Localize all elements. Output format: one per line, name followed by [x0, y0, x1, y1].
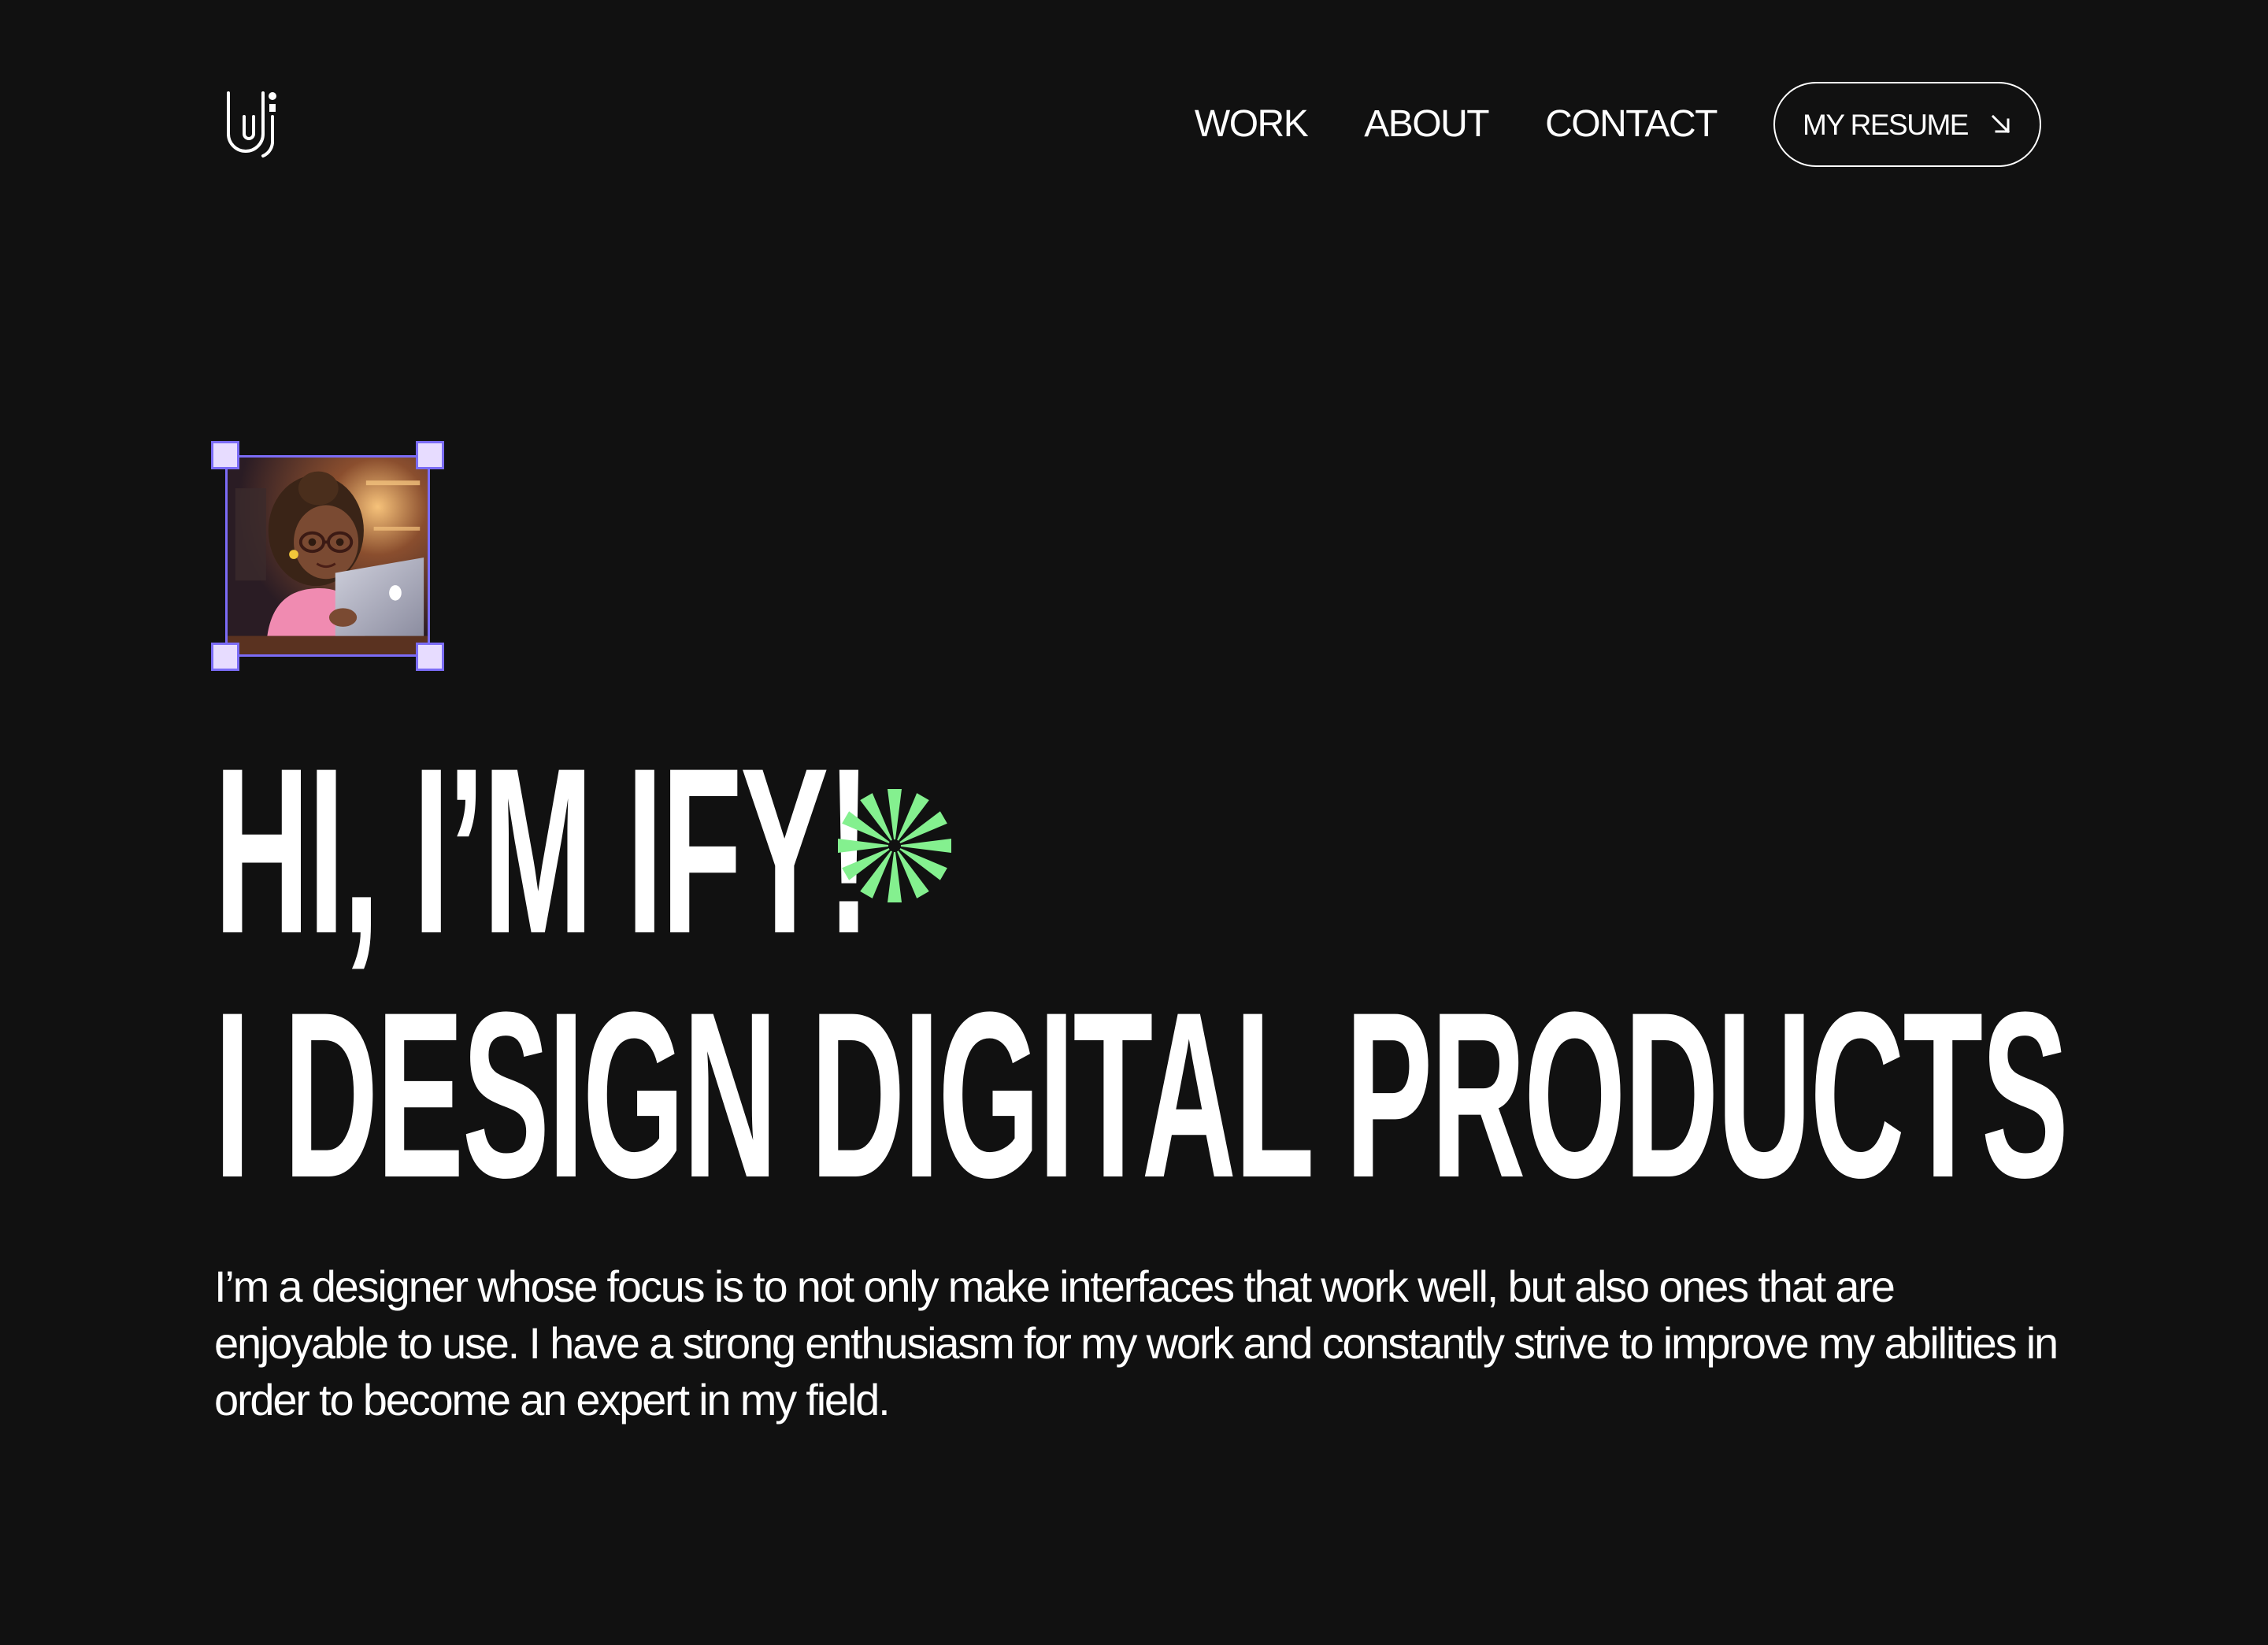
arrow-down-right-icon: [1991, 114, 2010, 134]
avatar-selection-frame[interactable]: [211, 441, 444, 671]
ui-monogram-logo-icon: [227, 91, 276, 157]
portfolio-page: WORK ABOUT CONTACT MY RESUME HI, I’M IFY…: [0, 0, 2268, 1645]
site-logo[interactable]: [225, 88, 284, 161]
resize-handle-top-right[interactable]: [416, 441, 444, 469]
my-resume-button[interactable]: MY RESUME: [1773, 82, 2041, 167]
hero-greeting: HI, I’M IFY!: [214, 718, 871, 983]
main-nav: WORK ABOUT CONTACT MY RESUME: [1195, 82, 2041, 167]
nav-link-contact[interactable]: CONTACT: [1545, 106, 1718, 143]
hero-headline: I DESIGN DIGITAL PRODUCTS: [214, 962, 2069, 1227]
resize-handle-top-left[interactable]: [211, 441, 239, 469]
my-resume-label: MY RESUME: [1803, 108, 1969, 141]
hero-intro-text: I’m a designer whose focus is to not onl…: [214, 1262, 2059, 1425]
nav-link-work[interactable]: WORK: [1195, 106, 1309, 143]
avatar-image: [228, 458, 428, 654]
resize-handle-bottom-right[interactable]: [416, 643, 444, 671]
nav-link-about[interactable]: ABOUT: [1364, 106, 1489, 143]
resize-handle-bottom-left[interactable]: [211, 643, 239, 671]
sparkle-asterisk-icon: [836, 787, 953, 904]
